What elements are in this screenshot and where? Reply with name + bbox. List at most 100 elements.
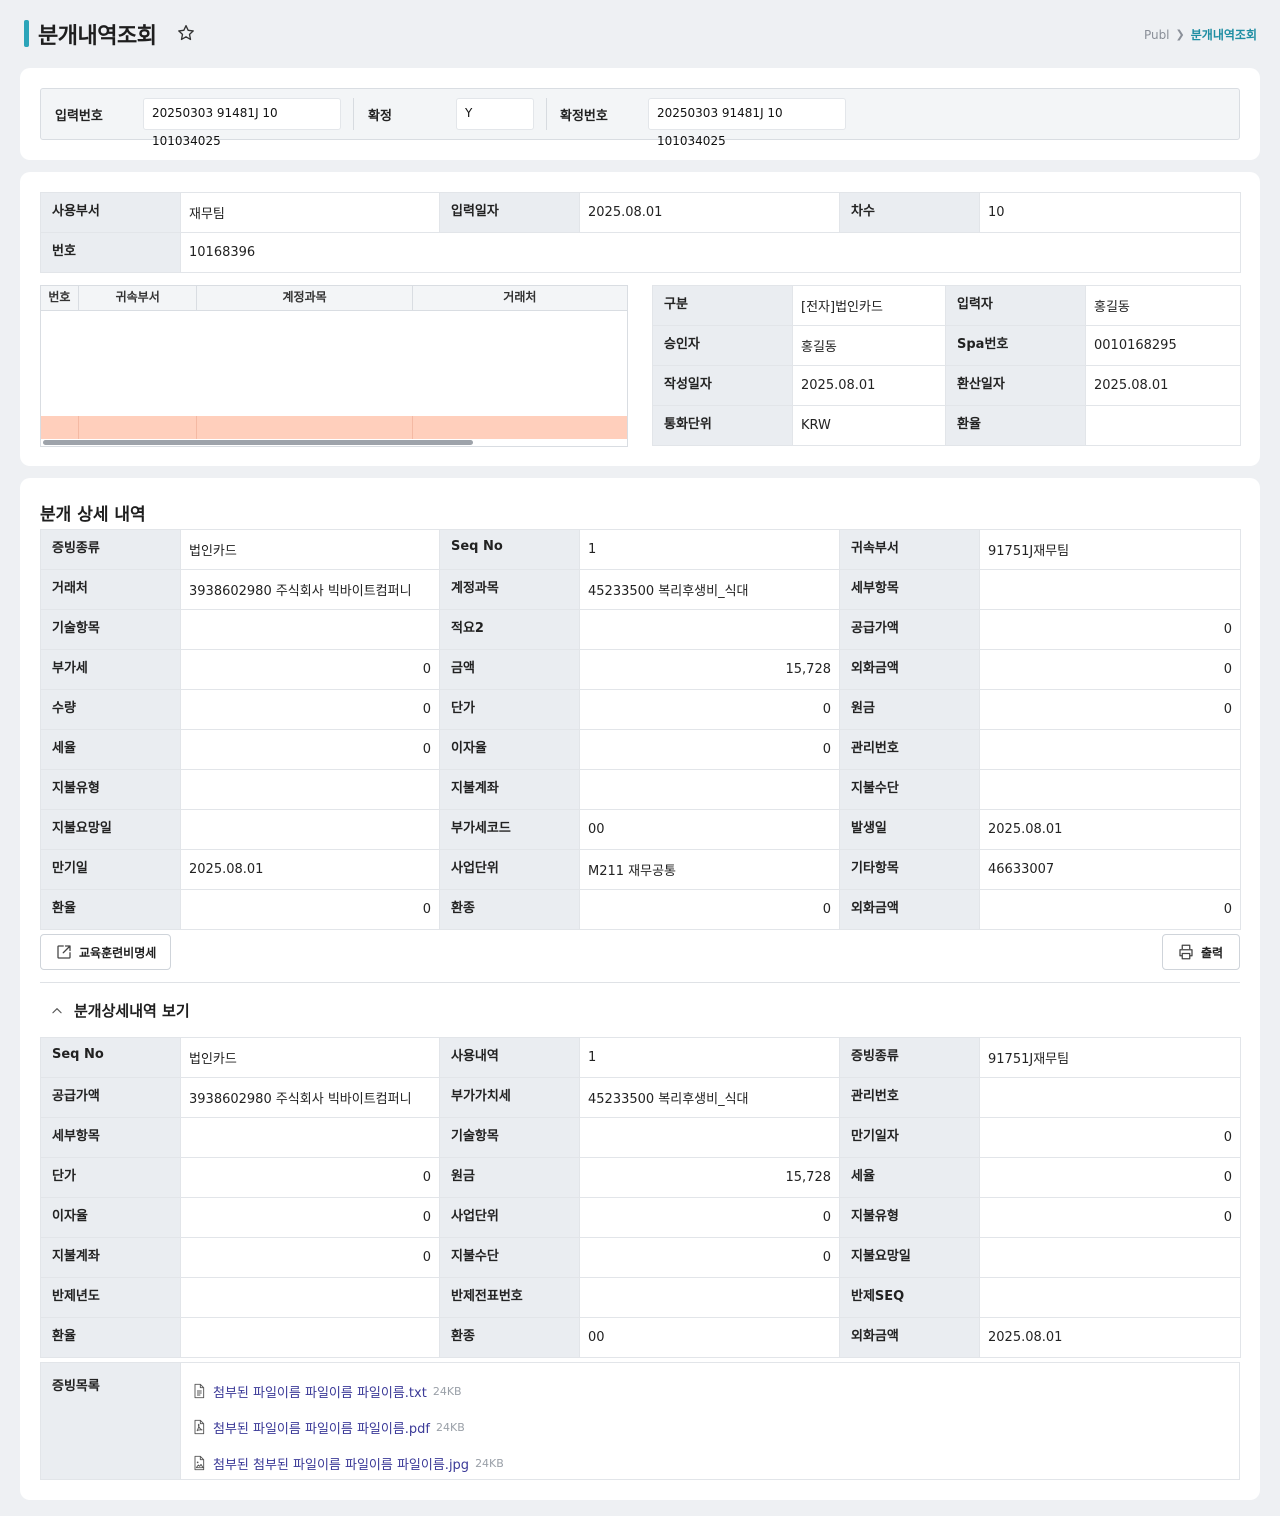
print-button[interactable]: 출력 (1162, 934, 1240, 970)
field-value: 0 (579, 689, 840, 730)
horizontal-scrollbar[interactable] (43, 440, 473, 445)
field-value (979, 1077, 1241, 1118)
field-label: 기술항목 (40, 609, 181, 650)
field-value: 0 (979, 1117, 1241, 1158)
field-label: 관리번호 (839, 1077, 980, 1118)
field-label: 사용부서 (40, 192, 181, 233)
field-label: 이자율 (439, 729, 580, 770)
field-label: 입력일자 (439, 192, 580, 233)
breadcrumb-item-publ[interactable]: Publ (1144, 28, 1170, 42)
info-card: 사용부서 재무팀 입력일자 2025.08.01 차수 10 번호 101683… (20, 172, 1260, 466)
attachment-name[interactable]: 첨부된 파일이름 파일이름 파일이름.txt (213, 1382, 427, 1401)
grid-summary-row (41, 416, 627, 439)
field-value: 2025.08.01 (792, 365, 946, 406)
field-value: 0 (579, 1197, 840, 1238)
field-label: 반제전표번호 (439, 1277, 580, 1318)
table-row: 환율 0 환종 0 외화금액 0 (40, 889, 1241, 930)
field-value: 2025.08.01 (579, 192, 840, 233)
field-label: 원금 (839, 689, 980, 730)
field-label: 지불유형 (839, 1197, 980, 1238)
field-value: 46633007 (979, 849, 1241, 890)
table-row: 지불계좌 0 지불수단 0 지불요망일 (40, 1237, 1241, 1278)
table-row: 반제년도 반제전표번호 반제SEQ (40, 1277, 1241, 1318)
field-value (579, 609, 840, 650)
column-header[interactable]: 귀속부서 (79, 286, 198, 310)
divider (546, 98, 547, 130)
sub-detail-table: Seq No 법인카드 사용내역 1 증빙종류 91751J재무팀 공급가액 39386029… (40, 1037, 1241, 1358)
table-row: 증빙종류 법인카드 Seq No 1 귀속부서 91751J재무팀 (40, 529, 1241, 570)
title-accent-bar (24, 20, 29, 47)
field-value: 1 (579, 529, 840, 570)
field-value (579, 1117, 840, 1158)
column-header[interactable]: 계정과목 (197, 286, 413, 310)
section-title: 분개 상세 내역 (40, 505, 146, 525)
table-row: Seq No 법인카드 사용내역 1 증빙종류 91751J재무팀 (40, 1037, 1241, 1078)
field-label: 공급가액 (839, 609, 980, 650)
field-value (180, 1117, 440, 1158)
divider (353, 98, 354, 130)
field-label: 단가 (40, 1157, 181, 1198)
attachment-item[interactable]: 첨부된 첨부된 파일이름 파일이름 파일이름.jpg 24KB (191, 1445, 1229, 1481)
attachment-name[interactable]: 첨부된 첨부된 파일이름 파일이름 파일이름.jpg (213, 1454, 469, 1473)
table-row: 부가세 0 금액 15,728 외화금액 0 (40, 649, 1241, 690)
field-value: 0 (579, 729, 840, 770)
field-value: 0 (180, 889, 440, 930)
field-value: 홍길동 (1085, 285, 1241, 326)
favorite-star-icon[interactable] (176, 23, 196, 43)
journal-line-grid[interactable]: 번호 귀속부서 계정과목 거래처 (40, 285, 628, 447)
field-value: 0 (979, 649, 1241, 690)
field-value (979, 569, 1241, 610)
field-label: 외화금액 (839, 889, 980, 930)
edu-training-button[interactable]: 교육훈련비명세 (40, 934, 172, 970)
printer-icon (1179, 944, 1193, 960)
column-header[interactable]: 거래처 (413, 286, 627, 310)
field-label: 세율 (839, 1157, 980, 1198)
grid-header: 번호 귀속부서 계정과목 거래처 (41, 286, 627, 311)
field-value: 15,728 (579, 1157, 840, 1198)
sub-section-toggle[interactable]: 분개상세내역 보기 (50, 1000, 190, 1021)
attachment-items: 첨부된 파일이름 파일이름 파일이름.txt 24KB 첨부된 파일이름 파일이… (181, 1363, 1239, 1479)
field-label: Seq No (40, 1037, 181, 1078)
table-row: 세부항목 기술항목 만기일자 0 (40, 1117, 1241, 1158)
field-value: 3938602980 주식회사 빅바이트컴퍼니 (180, 569, 440, 610)
field-value: 91751J재무팀 (979, 1037, 1241, 1078)
table-row: 지불요망일 부가세코드 00 발생일 2025.08.01 (40, 809, 1241, 850)
breadcrumb-item-current: 분개내역조회 (1190, 28, 1257, 42)
field-label: 환율 (945, 405, 1086, 446)
field-label: 증빙종류 (839, 1037, 980, 1078)
field-value: [전자]법인카드 (792, 285, 946, 326)
field-value: 0 (180, 729, 440, 770)
confirm-field[interactable]: Y (456, 98, 534, 130)
attachment-item[interactable]: 첨부된 파일이름 파일이름 파일이름.pdf 24KB (191, 1409, 1229, 1445)
field-value: 2025.08.01 (979, 809, 1241, 850)
breadcrumb: Publ ❯ 분개내역조회 (1144, 26, 1257, 43)
table-row: 사용부서 재무팀 입력일자 2025.08.01 차수 10 (40, 192, 1241, 233)
table-row: 작성일자 2025.08.01 환산일자 2025.08.01 (652, 365, 1241, 406)
detail-card: 분개 상세 내역 증빙종류 법인카드 Seq No 1 귀속부서 91751J재무팀 거래처… (20, 478, 1260, 1500)
field-value: 15,728 (579, 649, 840, 690)
field-label: Seq No (439, 529, 580, 570)
field-value: 2025.08.01 (979, 1317, 1241, 1358)
column-header[interactable]: 번호 (41, 286, 79, 310)
field-value: 1 (579, 1037, 840, 1078)
confirm-no-field[interactable]: 20250303 91481J 10 101034025 (648, 98, 846, 148)
attachment-label: 증빙목록 (41, 1363, 181, 1479)
table-row: 환율 환종 00 외화금액 2025.08.01 (40, 1317, 1241, 1358)
table-row: 기술항목 적요2 공급가액 0 (40, 609, 1241, 650)
field-value: 10168396 (180, 232, 1241, 273)
field-value: 0 (180, 689, 440, 730)
field-value: 홍길동 (792, 325, 946, 366)
page-header: 분개내역조회 Publ ❯ 분개내역조회 (0, 0, 1280, 68)
input-no-field[interactable]: 20250303 91481J 10 101034025 (143, 98, 341, 148)
attachment-list: 증빙목록 첨부된 파일이름 파일이름 파일이름.txt 24KB 첨부된 파일이… (40, 1362, 1240, 1480)
field-value (180, 609, 440, 650)
attachment-item[interactable]: 첨부된 파일이름 파일이름 파일이름.txt 24KB (191, 1373, 1229, 1409)
field-value: 00 (579, 1317, 840, 1358)
field-value: 00 (579, 809, 840, 850)
field-label: 지불요망일 (839, 1237, 980, 1278)
field-value: 0 (979, 609, 1241, 650)
field-label: 부가세코드 (439, 809, 580, 850)
attachment-name[interactable]: 첨부된 파일이름 파일이름 파일이름.pdf (213, 1418, 430, 1437)
field-label: Spa번호 (945, 325, 1086, 366)
field-value (579, 1277, 840, 1318)
